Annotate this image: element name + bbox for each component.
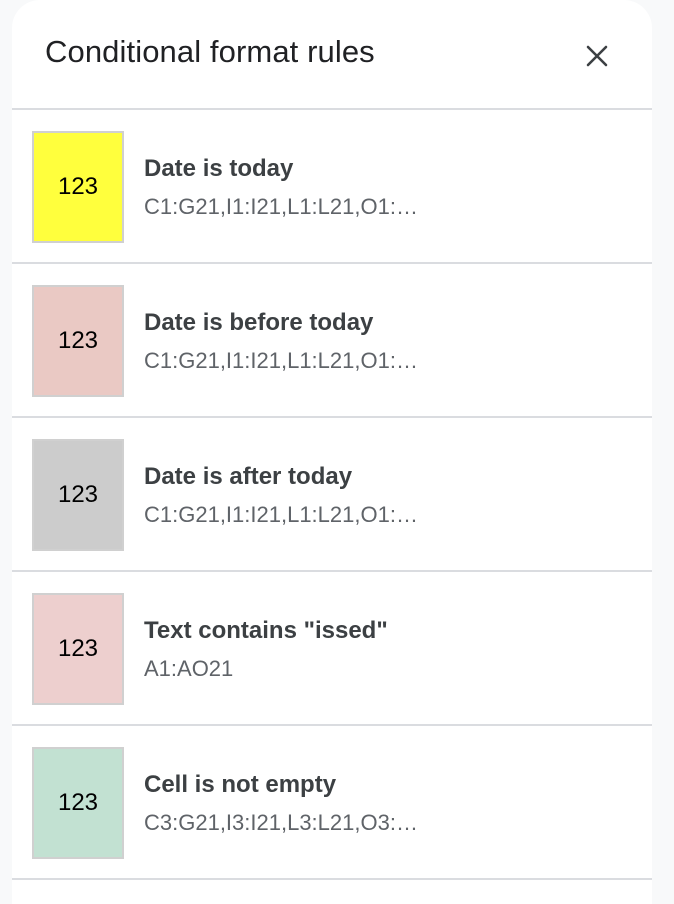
rule-item[interactable]: 123 Text contains "issed" A1:AO21 bbox=[12, 572, 652, 726]
close-button[interactable] bbox=[576, 35, 618, 77]
format-preview-swatch: 123 bbox=[32, 593, 124, 705]
rule-condition: Cell is not empty bbox=[144, 771, 337, 798]
panel-header: Conditional format rules bbox=[12, 0, 652, 110]
rule-item[interactable]: 123 Date is after today C1:G21,I1:I21,L1… bbox=[12, 418, 652, 572]
format-preview-swatch: 123 bbox=[32, 131, 124, 243]
rule-item[interactable]: 123 Date is today C1:G21,I1:I21,L1:L21,O… bbox=[12, 110, 652, 264]
format-preview-swatch: 123 bbox=[32, 285, 124, 397]
panel-title: Conditional format rules bbox=[45, 34, 375, 69]
rule-range: C1:G21,I1:I21,L1:L21,O1:O21 bbox=[144, 194, 429, 219]
rule-item[interactable]: 123 Date is before today C1:G21,I1:I21,L… bbox=[12, 264, 652, 418]
conditional-format-panel: Conditional format rules 123 Date is tod… bbox=[12, 0, 652, 904]
rule-item[interactable]: 123 Cell is not empty C3:G21,I3:I21,L3:L… bbox=[12, 726, 652, 880]
rule-condition: Text contains "issed" bbox=[144, 617, 388, 644]
close-icon bbox=[586, 45, 608, 67]
rule-condition: Date is after today bbox=[144, 463, 353, 490]
rule-condition: Date is before today bbox=[144, 309, 374, 336]
rule-range: C1:G21,I1:I21,L1:L21,O1:O21 bbox=[144, 502, 429, 527]
rule-range: C3:G21,I3:I21,L3:L21,O3:O21 bbox=[144, 810, 429, 835]
rule-range: A1:AO21 bbox=[144, 656, 234, 681]
rules-list: 123 Date is today C1:G21,I1:I21,L1:L21,O… bbox=[12, 110, 652, 880]
format-preview-swatch: 123 bbox=[32, 747, 124, 859]
rule-range: C1:G21,I1:I21,L1:L21,O1:O21 bbox=[144, 348, 429, 373]
rule-condition: Date is today bbox=[144, 155, 294, 182]
format-preview-swatch: 123 bbox=[32, 439, 124, 551]
